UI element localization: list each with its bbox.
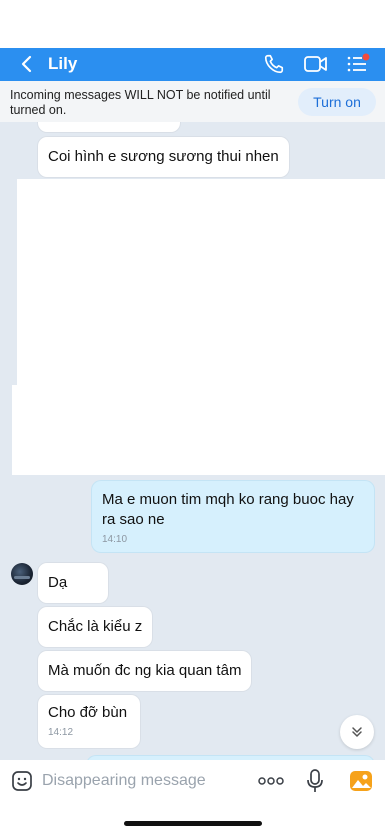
message-bubble-incoming[interactable]: Mà muốn đc ng kia quan tâm — [38, 651, 252, 691]
message-text: Ma e muon tim mqh ko rang buoc hay ra sa… — [102, 491, 354, 528]
turn-on-button[interactable]: Turn on — [298, 88, 376, 116]
chevron-left-icon — [21, 55, 32, 73]
microphone-icon — [307, 769, 323, 792]
message-text: Cho đỡ bùn — [48, 704, 128, 721]
status-bar — [0, 0, 385, 48]
contact-avatar[interactable] — [11, 563, 33, 585]
message-bubble-incoming[interactable]: Dạ — [38, 563, 108, 603]
message-time: 14:10 — [102, 534, 128, 545]
redacted-image — [17, 179, 385, 387]
sticker-button[interactable] — [9, 768, 35, 794]
message-time: 14:12 — [48, 727, 74, 738]
message-bubble-outgoing[interactable]: Ma e muon tim mqh ko rang buoc hay ra sa… — [92, 481, 374, 552]
contact-name[interactable]: Lily — [48, 54, 77, 74]
notification-banner: Incoming messages WILL NOT be notified u… — [0, 81, 385, 122]
video-icon — [304, 56, 327, 72]
list-menu-icon — [347, 53, 370, 72]
scroll-to-bottom-button[interactable] — [340, 715, 374, 749]
chat-header: Lily — [0, 48, 385, 81]
message-text: Dạ — [48, 574, 68, 591]
more-button[interactable] — [258, 768, 284, 794]
notification-text: Incoming messages WILL NOT be notified u… — [10, 88, 271, 117]
message-input[interactable] — [42, 770, 242, 792]
emoji-sticker-icon — [12, 771, 32, 791]
more-dots-icon — [258, 777, 284, 785]
message-text: Coi hình e sương sương thui nhen — [48, 148, 279, 165]
phone-icon — [264, 54, 284, 74]
message-bubble-incoming[interactable]: Chắc là kiểu z — [38, 607, 153, 647]
message-bubble-partial[interactable] — [38, 122, 180, 132]
back-button[interactable] — [14, 52, 38, 76]
composer-bar — [0, 760, 385, 833]
video-call-button[interactable] — [303, 52, 329, 76]
microphone-button[interactable] — [302, 768, 328, 794]
chat-area[interactable]: Coi hình e sương sương thui nhen Ma e mu… — [0, 122, 385, 760]
message-bubble-incoming[interactable]: Coi hình e sương sương thui nhen — [38, 137, 289, 177]
message-text: Chắc là kiểu z — [48, 618, 143, 635]
image-button[interactable] — [348, 768, 374, 794]
menu-button[interactable] — [345, 52, 371, 76]
home-indicator — [124, 821, 262, 826]
message-bubble-incoming[interactable]: Cho đỡ bùn 14:12 — [38, 695, 140, 748]
double-chevron-down-icon — [352, 727, 362, 737]
image-gallery-icon — [350, 771, 372, 791]
redacted-image — [12, 385, 385, 475]
call-button[interactable] — [261, 52, 287, 76]
message-text: Mà muốn đc ng kia quan tâm — [48, 662, 242, 679]
